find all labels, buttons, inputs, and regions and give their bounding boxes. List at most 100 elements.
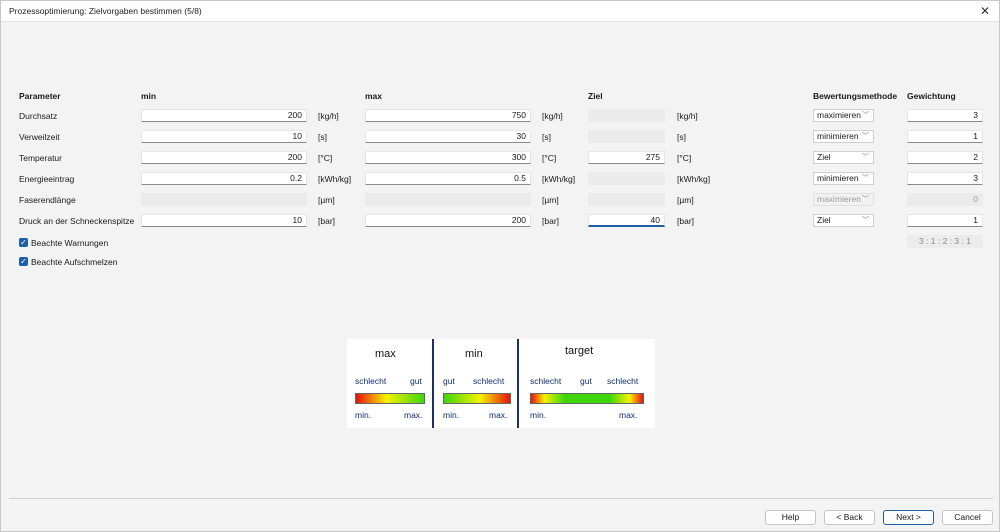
temperatur-methode-value: Ziel	[817, 152, 831, 162]
verweilzeit-max-unit: [s]	[542, 132, 551, 142]
beachte-aufschmelzen-checkbox[interactable]: ✓	[19, 257, 28, 266]
header-max: max	[365, 91, 383, 101]
verweilzeit-ziel-input[interactable]	[588, 130, 665, 143]
bewertung-legend: max schlecht gut min. max. min gut schle…	[347, 339, 655, 428]
durchsatz-methode-value: maximieren	[817, 110, 861, 120]
temperatur-min-unit: [°C]	[318, 153, 333, 163]
chevron-down-icon: ﹀	[862, 196, 869, 203]
energieeintrag-max-input[interactable]: 0.5	[365, 172, 531, 185]
next-button[interactable]: Next >	[883, 510, 934, 525]
window-title: Prozessoptimierung: Zielvorgaben bestimm…	[9, 6, 202, 16]
durchsatz-ziel-unit: [kg/h]	[677, 111, 698, 121]
legend-target-right: schlecht	[607, 376, 639, 386]
durchsatz-max-input[interactable]: 750	[365, 109, 531, 122]
chevron-down-icon: ﹀	[862, 175, 869, 182]
temperatur-ziel-input[interactable]: 275	[588, 151, 665, 164]
beachte-aufschmelzen-label[interactable]: Beachte Aufschmelzen	[31, 257, 117, 267]
energieeintrag-min-unit: [kWh/kg]	[318, 174, 352, 184]
row-label-energieeintrag: Energieeintrag	[19, 174, 75, 184]
legend-min-left: gut	[443, 376, 455, 386]
row-label-verweilzeit: Verweilzeit	[19, 132, 60, 142]
chevron-down-icon: ﹀	[862, 133, 869, 140]
dialog-window: Prozessoptimierung: Zielvorgaben bestimm…	[0, 0, 1000, 532]
temperatur-gewichtung-input[interactable]: 2	[907, 151, 983, 164]
durchsatz-methode-select[interactable]: maximieren ﹀	[813, 109, 874, 122]
durchsatz-ziel-input[interactable]	[588, 109, 665, 122]
druck-min-input[interactable]: 10	[141, 214, 307, 227]
chevron-down-icon: ﹀	[862, 217, 869, 224]
header-gewichtung: Gewichtung	[907, 91, 956, 101]
legend-min-min-label: min.	[443, 410, 460, 420]
energieeintrag-methode-value: minimieren	[817, 173, 859, 183]
energieeintrag-ziel-input[interactable]	[588, 172, 665, 185]
legend-min-right: schlecht	[473, 376, 505, 386]
legend-target-max-label: max.	[619, 410, 638, 420]
verweilzeit-methode-value: minimieren	[817, 131, 859, 141]
legend-max-left: schlecht	[355, 376, 387, 386]
footer-divider	[9, 498, 993, 499]
legend-min-max-label: max.	[489, 410, 508, 420]
durchsatz-max-unit: [kg/h]	[542, 111, 563, 121]
cancel-button[interactable]: Cancel	[942, 510, 993, 525]
faserendlaenge-max-input[interactable]	[365, 193, 531, 206]
beachte-warnungen-label[interactable]: Beachte Warnungen	[31, 238, 108, 248]
legend-target-left: schlecht	[530, 376, 562, 386]
druck-max-unit: [bar]	[542, 216, 560, 226]
back-button[interactable]: < Back	[824, 510, 875, 525]
temperatur-max-input[interactable]: 300	[365, 151, 531, 164]
druck-methode-select[interactable]: Ziel ﹀	[813, 214, 874, 227]
close-icon[interactable]: ✕	[977, 3, 993, 19]
legend-target-title: target	[565, 345, 594, 357]
druck-ziel-input[interactable]: 40	[588, 214, 665, 227]
temperatur-min-input[interactable]: 200	[141, 151, 307, 164]
druck-min-unit: [bar]	[318, 216, 336, 226]
legend-target-gradient-bar	[530, 393, 644, 404]
energieeintrag-ziel-unit: [kWh/kg]	[677, 174, 711, 184]
legend-target-middle: gut	[580, 376, 592, 386]
verweilzeit-min-unit: [s]	[318, 132, 327, 142]
header-bewertungsmethode: Bewertungsmethode	[813, 91, 898, 101]
faserendlaenge-min-input[interactable]	[141, 193, 307, 206]
verweilzeit-methode-select[interactable]: minimieren ﹀	[813, 130, 874, 143]
faserendlaenge-methode-select[interactable]: maximieren ﹀	[813, 193, 874, 206]
durchsatz-min-input[interactable]: 200	[141, 109, 307, 122]
faserendlaenge-ziel-input[interactable]	[588, 193, 665, 206]
title-bar: Prozessoptimierung: Zielvorgaben bestimm…	[1, 1, 999, 22]
row-label-druck: Druck an der Schneckenspitze	[19, 216, 135, 226]
row-label-durchsatz: Durchsatz	[19, 111, 58, 121]
faserendlaenge-gewichtung-input[interactable]: 0	[907, 193, 983, 206]
verweilzeit-gewichtung-input[interactable]: 1	[907, 130, 983, 143]
druck-methode-value: Ziel	[817, 215, 831, 225]
druck-max-input[interactable]: 200	[365, 214, 531, 227]
row-label-temperatur: Temperatur	[19, 153, 62, 163]
faserendlaenge-min-unit: [µm]	[318, 195, 335, 205]
energieeintrag-max-unit: [kWh/kg]	[542, 174, 576, 184]
header-ziel: Ziel	[588, 91, 603, 101]
help-button[interactable]: Help	[765, 510, 816, 525]
legend-max-gradient-bar	[355, 393, 425, 404]
legend-separator	[432, 339, 434, 428]
header-parameter: Parameter	[19, 91, 61, 101]
legend-max-title: max	[375, 348, 396, 360]
temperatur-ziel-unit: [°C]	[677, 153, 692, 163]
faserendlaenge-ziel-unit: [µm]	[677, 195, 694, 205]
energieeintrag-gewichtung-input[interactable]: 3	[907, 172, 983, 185]
legend-target-min-label: min.	[530, 410, 547, 420]
legend-max-max-label: max.	[404, 410, 423, 420]
beachte-warnungen-checkbox[interactable]: ✓	[19, 238, 28, 247]
verweilzeit-min-input[interactable]: 10	[141, 130, 307, 143]
temperatur-methode-select[interactable]: Ziel ﹀	[813, 151, 874, 164]
chevron-down-icon: ﹀	[862, 154, 869, 161]
durchsatz-min-unit: [kg/h]	[318, 111, 339, 121]
temperatur-max-unit: [°C]	[542, 153, 557, 163]
druck-ziel-unit: [bar]	[677, 216, 695, 226]
faserendlaenge-methode-value: maximieren	[817, 194, 861, 204]
energieeintrag-methode-select[interactable]: minimieren ﹀	[813, 172, 874, 185]
legend-min-title: min	[465, 348, 483, 360]
verweilzeit-max-input[interactable]: 30	[365, 130, 531, 143]
energieeintrag-min-input[interactable]: 0.2	[141, 172, 307, 185]
druck-gewichtung-input[interactable]: 1	[907, 214, 983, 227]
verweilzeit-ziel-unit: [s]	[677, 132, 686, 142]
durchsatz-gewichtung-input[interactable]: 3	[907, 109, 983, 122]
legend-max-right: gut	[410, 376, 422, 386]
